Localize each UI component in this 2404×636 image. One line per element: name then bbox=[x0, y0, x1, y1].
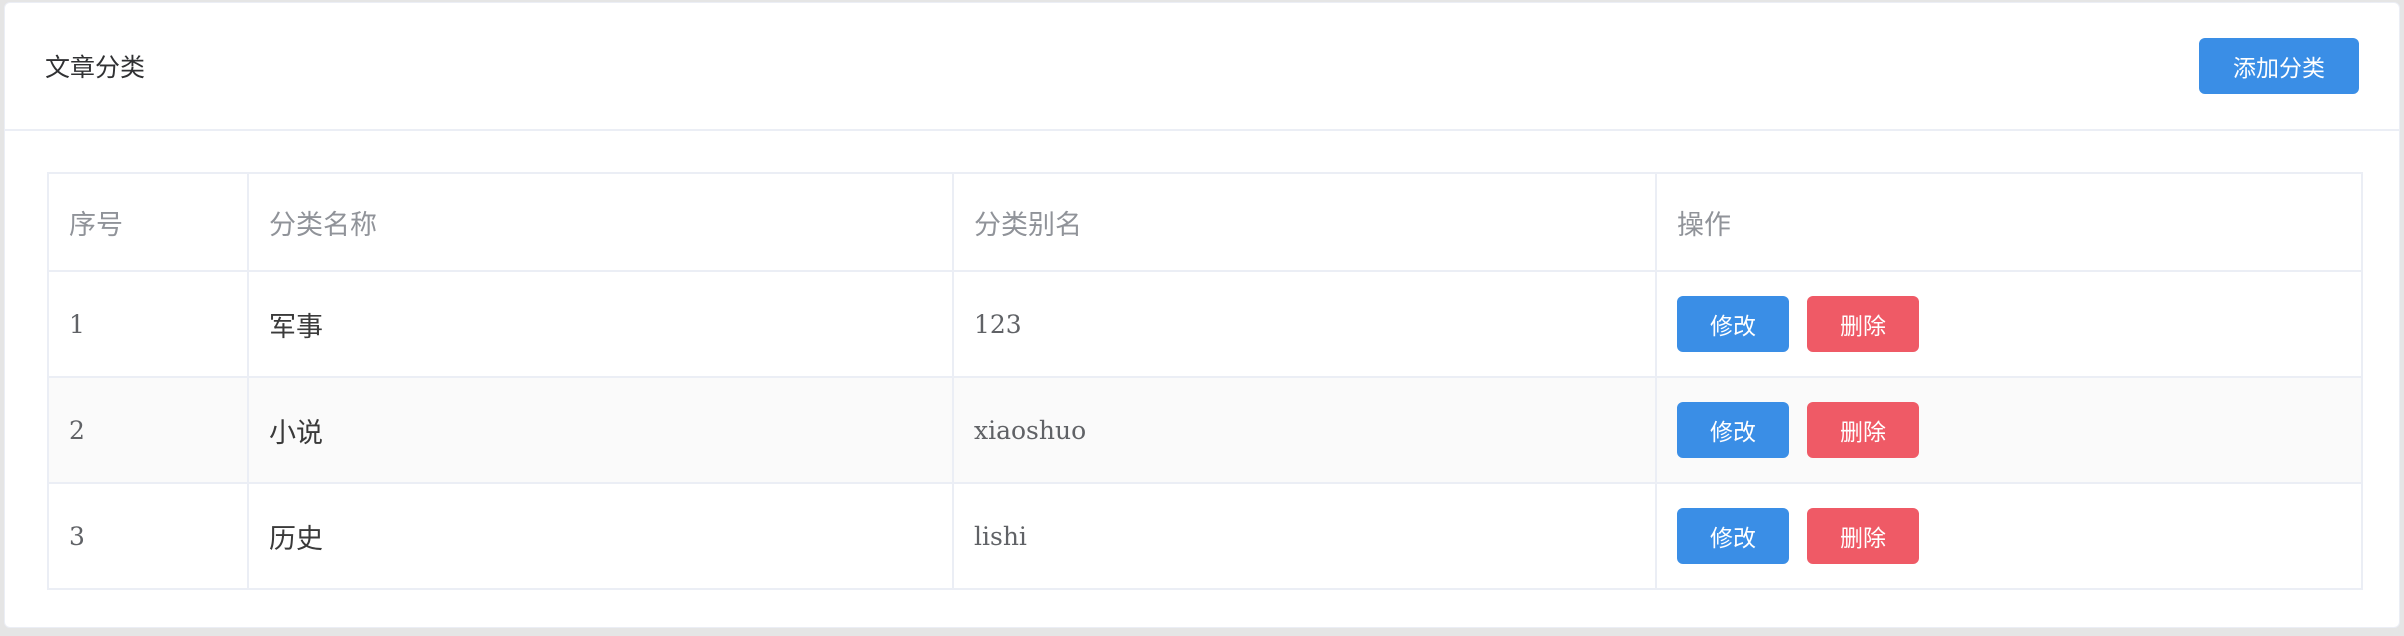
card-header: 文章分类 添加分类 bbox=[5, 3, 2399, 131]
page-title: 文章分类 bbox=[45, 53, 146, 82]
row-category-alias: lishi bbox=[952, 482, 1657, 590]
edit-button[interactable]: 修改 bbox=[1677, 296, 1789, 352]
column-header-actions: 操作 bbox=[1655, 172, 2363, 272]
column-header-alias: 分类别名 bbox=[952, 172, 1657, 272]
table-header-row: 序号 分类名称 分类别名 操作 bbox=[47, 172, 2363, 272]
table-row: 2 小说 xiaoshuo 修改 删除 bbox=[47, 376, 2363, 484]
row-index: 2 bbox=[47, 376, 249, 484]
delete-button[interactable]: 删除 bbox=[1807, 296, 1919, 352]
row-actions: 修改 删除 bbox=[1655, 482, 2363, 590]
row-actions: 修改 删除 bbox=[1655, 376, 2363, 484]
table-row: 3 历史 lishi 修改 删除 bbox=[47, 482, 2363, 590]
category-card: 文章分类 添加分类 序号 分类名称 分类别名 操作 1 军事 123 修改 删除… bbox=[4, 2, 2400, 628]
edit-button[interactable]: 修改 bbox=[1677, 508, 1789, 564]
card-body: 序号 分类名称 分类别名 操作 1 军事 123 修改 删除 2 小说 xiao… bbox=[5, 131, 2399, 590]
row-category-alias: 123 bbox=[952, 270, 1657, 378]
delete-button[interactable]: 删除 bbox=[1807, 402, 1919, 458]
row-category-alias: xiaoshuo bbox=[952, 376, 1657, 484]
edit-button[interactable]: 修改 bbox=[1677, 402, 1789, 458]
add-category-button[interactable]: 添加分类 bbox=[2199, 38, 2359, 94]
row-category-name: 小说 bbox=[247, 376, 954, 484]
row-index: 1 bbox=[47, 270, 249, 378]
row-index: 3 bbox=[47, 482, 249, 590]
column-header-name: 分类名称 bbox=[247, 172, 954, 272]
row-category-name: 军事 bbox=[247, 270, 954, 378]
table-row: 1 军事 123 修改 删除 bbox=[47, 270, 2363, 378]
row-category-name: 历史 bbox=[247, 482, 954, 590]
category-table: 序号 分类名称 分类别名 操作 1 军事 123 修改 删除 2 小说 xiao… bbox=[47, 172, 2363, 590]
row-actions: 修改 删除 bbox=[1655, 270, 2363, 378]
column-header-index: 序号 bbox=[47, 172, 249, 272]
delete-button[interactable]: 删除 bbox=[1807, 508, 1919, 564]
